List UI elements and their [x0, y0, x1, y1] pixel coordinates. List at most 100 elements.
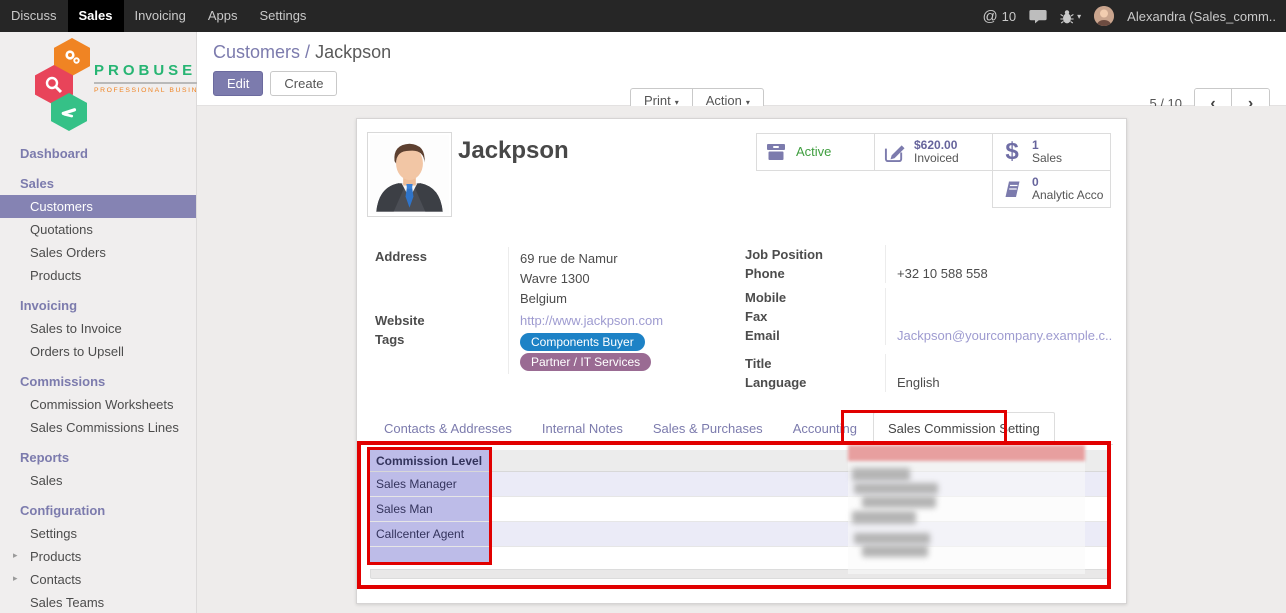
record-sheet: Jackpson Active $620.00 — [356, 118, 1127, 604]
top-bar: Discuss Sales Invoicing Apps Settings @ … — [0, 0, 1286, 32]
commission-level-cell[interactable]: Sales Manager — [370, 472, 492, 496]
address-value[interactable]: 69 rue de Namur Wavre 1300 Belgium — [508, 247, 718, 311]
address-line: 69 rue de Namur — [520, 249, 718, 269]
menu-discuss[interactable]: Discuss — [0, 0, 68, 32]
at-icon: @ — [982, 8, 997, 25]
sidebar-item-sales-to-invoice[interactable]: Sales to Invoice — [0, 317, 196, 340]
sidebar: PROBUSE PROFESSIONAL BUSINESS Dashboard … — [0, 32, 197, 613]
tags-field[interactable]: Components Buyer Partner / IT Services — [508, 330, 718, 374]
language-value[interactable]: English — [885, 373, 1105, 392]
sidebar-item-quotations[interactable]: Quotations — [0, 218, 196, 241]
menu-invoicing[interactable]: Invoicing — [124, 0, 197, 32]
sidebar-item-config-products[interactable]: ▸ Products — [0, 545, 196, 568]
sidebar-item-reports-sales[interactable]: Sales — [0, 469, 196, 492]
sidebar-header-configuration[interactable]: Configuration — [0, 499, 196, 522]
sidebar-item-sales-orders[interactable]: Sales Orders — [0, 241, 196, 264]
menu-apps[interactable]: Apps — [197, 0, 249, 32]
sidebar-item-sales-commissions-lines[interactable]: Sales Commissions Lines — [0, 416, 196, 439]
details-right-group: Job Position Phone +32 10 588 558 Mobile… — [740, 245, 1105, 392]
title-label: Title — [740, 354, 885, 373]
mention-count: 10 — [1002, 9, 1016, 24]
sidebar-header-reports[interactable]: Reports — [0, 446, 196, 469]
mentions-button[interactable]: @ 10 — [982, 8, 1016, 25]
commission-level-cell[interactable]: Sales Man — [370, 497, 492, 521]
tag-components-buyer[interactable]: Components Buyer — [520, 333, 645, 351]
analytic-label: Analytic Acco... — [1032, 188, 1103, 202]
sidebar-item-sales-teams[interactable]: Sales Teams — [0, 591, 196, 613]
sales-label: Sales — [1032, 151, 1062, 165]
fax-value[interactable] — [885, 307, 1105, 326]
stat-buttons: Active $620.00 Invoiced $ — [756, 133, 1114, 208]
notebook-tabs: Contacts & Addresses Internal Notes Sale… — [370, 412, 1113, 445]
redacted-values-region — [848, 444, 1085, 574]
tab-accounting[interactable]: Accounting — [779, 413, 871, 444]
form-view: Jackpson Active $620.00 — [197, 106, 1286, 613]
sidebar-nav: Dashboard Sales Customers Quotations Sal… — [0, 142, 196, 613]
expand-caret-icon: ▸ — [13, 573, 18, 584]
sidebar-header-sales[interactable]: Sales — [0, 172, 196, 195]
analytic-accounts-stat-button[interactable]: 0 Analytic Acco... — [992, 170, 1111, 208]
user-avatar[interactable] — [1094, 6, 1114, 26]
redacted-header-highlight — [848, 445, 1085, 461]
breadcrumb-customers-link[interactable]: Customers — [213, 42, 300, 62]
menu-sales[interactable]: Sales — [68, 0, 124, 32]
invoiced-label: Invoiced — [914, 151, 959, 165]
control-panel: Customers / Jackpson Edit Create Print▾ … — [197, 32, 1286, 106]
redacted-value — [854, 483, 938, 494]
breadcrumb-current: Jackpson — [315, 42, 391, 62]
user-menu[interactable]: Alexandra (Sales_comm.. — [1127, 9, 1276, 24]
tags-label: Tags — [370, 330, 508, 374]
job-position-label: Job Position — [740, 245, 885, 264]
tab-sales-commission-setting[interactable]: Sales Commission Setting — [873, 412, 1055, 445]
archive-icon — [764, 142, 788, 162]
job-position-value[interactable] — [885, 245, 1105, 264]
sidebar-header-invoicing[interactable]: Invoicing — [0, 294, 196, 317]
sidebar-item-products[interactable]: Products — [0, 264, 196, 287]
book-icon — [1000, 179, 1024, 199]
tab-internal-notes[interactable]: Internal Notes — [528, 413, 637, 444]
website-link[interactable]: http://www.jackpson.com — [520, 313, 663, 328]
systray: @ 10 ▾ Alexandra (Sales_comm.. — [982, 0, 1286, 32]
pencil-icon — [882, 142, 906, 163]
debug-bug-icon[interactable]: ▾ — [1060, 9, 1081, 24]
redacted-value — [862, 496, 936, 508]
sidebar-item-label: Products — [30, 549, 81, 564]
fax-label: Fax — [740, 307, 885, 326]
probuse-logo[interactable]: PROBUSE PROFESSIONAL BUSINESS — [0, 32, 196, 128]
sidebar-item-orders-to-upsell[interactable]: Orders to Upsell — [0, 340, 196, 363]
redacted-value — [852, 511, 916, 524]
tag-partner-it-services[interactable]: Partner / IT Services — [520, 353, 651, 371]
active-status-label: Active — [796, 145, 831, 159]
phone-label: Phone — [740, 264, 885, 283]
redacted-value — [862, 545, 928, 557]
invoiced-stat-button[interactable]: $620.00 Invoiced — [874, 133, 993, 171]
active-stat-button[interactable]: Active — [756, 133, 875, 171]
menu-settings[interactable]: Settings — [248, 0, 317, 32]
tab-sales-purchases[interactable]: Sales & Purchases — [639, 413, 777, 444]
language-label: Language — [740, 373, 885, 392]
title-value[interactable] — [885, 354, 1105, 373]
address-label: Address — [370, 247, 508, 311]
address-line: Belgium — [520, 289, 718, 309]
email-link[interactable]: Jackpson@yourcompany.example.c.. — [897, 328, 1112, 343]
mobile-value[interactable] — [885, 288, 1105, 307]
sidebar-item-customers[interactable]: Customers — [0, 195, 196, 218]
breadcrumb-separator: / — [305, 42, 315, 62]
tab-contacts-addresses[interactable]: Contacts & Addresses — [370, 413, 526, 444]
customer-photo[interactable] — [367, 132, 452, 217]
sidebar-header-commissions[interactable]: Commissions — [0, 370, 196, 393]
messages-icon[interactable] — [1029, 9, 1047, 24]
edit-button[interactable]: Edit — [213, 71, 263, 96]
sidebar-item-config-contacts[interactable]: ▸Contacts — [0, 568, 196, 591]
expand-caret-icon: ▸ — [13, 550, 18, 561]
phone-value[interactable]: +32 10 588 558 — [885, 264, 1105, 283]
chevron-down-icon: ▾ — [1077, 12, 1081, 21]
create-button[interactable]: Create — [270, 71, 337, 96]
sidebar-item-commission-worksheets[interactable]: Commission Worksheets — [0, 393, 196, 416]
empty-cell — [370, 547, 492, 563]
breadcrumb: Customers / Jackpson — [213, 42, 1270, 63]
sidebar-item-settings[interactable]: Settings — [0, 522, 196, 545]
commission-level-cell[interactable]: Callcenter Agent — [370, 522, 492, 546]
sales-stat-button[interactable]: $ 1 Sales — [992, 133, 1111, 171]
sidebar-header-dashboard[interactable]: Dashboard — [0, 142, 196, 165]
